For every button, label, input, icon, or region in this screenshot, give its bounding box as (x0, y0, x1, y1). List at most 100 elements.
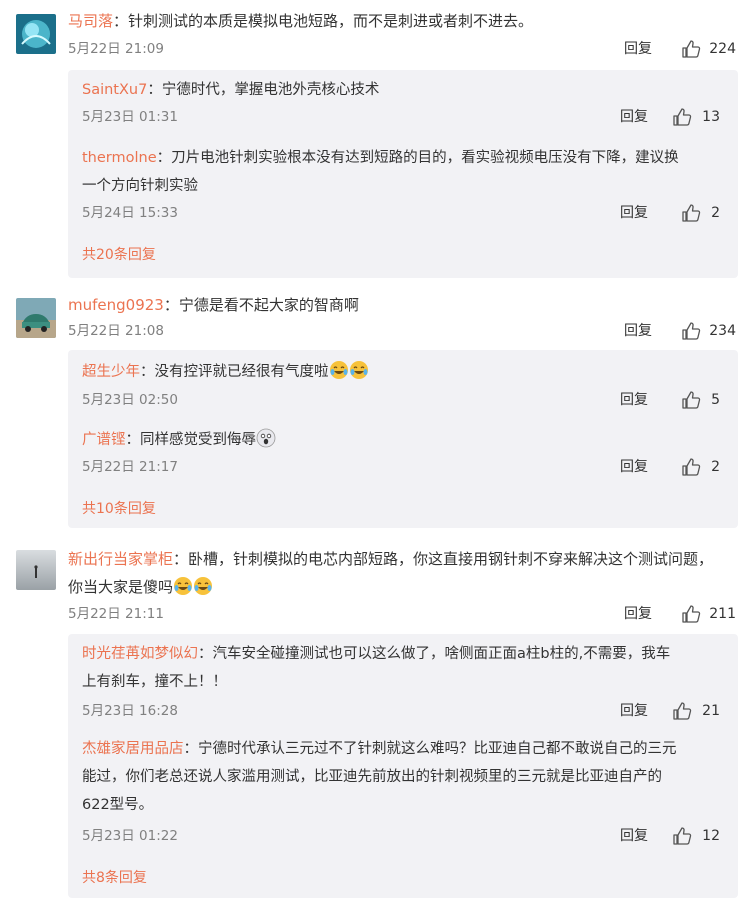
username-link[interactable]: mufeng0923 (68, 296, 164, 314)
like-count: 211 (709, 606, 736, 622)
username-link[interactable]: thermolne (82, 150, 157, 166)
username-link[interactable]: SaintXu7 (82, 82, 147, 98)
reply-button[interactable]: 回复 (620, 699, 648, 723)
thumbs-up-icon (682, 204, 701, 222)
thumbs-up-icon (673, 702, 692, 720)
thumbs-up-icon (682, 322, 701, 340)
comment-list: 马司落：针刺测试的本质是模拟电池短路，而不是刺进或者刺不进去。 5月22日 21… (0, 0, 750, 904)
reply-box: 时光荏苒如梦似幻：汽车安全碰撞测试也可以这么做了，啥侧面正面a柱b柱的,不需要，… (68, 634, 738, 898)
like-button[interactable]: 21 (672, 699, 720, 723)
username-link[interactable]: 杰雄家居用品店 (82, 741, 184, 757)
username-link[interactable]: 时光荏苒如梦似幻 (82, 646, 198, 662)
reply-meta: 5月23日 02:50 回复 5 (82, 388, 720, 412)
timestamp: 5月22日 21:11 (68, 606, 164, 622)
comment-text: 新出行当家掌柜：卧槽，针刺模拟的电芯内部短路，你这直接用钢针刺不穿来解决这个测试… (68, 550, 714, 596)
like-count: 2 (711, 205, 720, 221)
like-button[interactable]: 224 (681, 37, 736, 61)
timestamp: 5月23日 01:22 (82, 828, 178, 844)
comment-meta: 5月22日 21:09 回复 224 (68, 37, 736, 61)
timestamp: 5月22日 21:17 (82, 459, 178, 475)
reply-meta: 5月22日 21:17 回复 2 (82, 455, 720, 479)
reply-button[interactable]: 回复 (624, 37, 652, 61)
comment-content: 卧槽，针刺模拟的电芯内部短路，你这直接用钢针刺不穿来解决这个测试问题， (188, 550, 714, 568)
avatar[interactable] (16, 550, 56, 590)
like-count: 234 (709, 323, 736, 339)
reply-content: 没有控评就已经很有气度啦 (154, 364, 329, 380)
username-link[interactable]: 广谱铿 (82, 432, 126, 448)
like-button[interactable]: 2 (681, 201, 720, 225)
avatar[interactable] (16, 298, 56, 338)
reply-content: 同样感觉受到侮辱 (140, 432, 256, 448)
avatar[interactable] (16, 14, 56, 54)
laugh-cry-emoji-icon (349, 361, 368, 379)
reply-button[interactable]: 回复 (620, 105, 648, 129)
comment-content: 针刺测试的本质是模拟电池短路，而不是刺进或者刺不进去。 (128, 12, 534, 30)
thumbs-up-icon (682, 391, 701, 409)
thumbs-up-icon (682, 40, 701, 58)
reply-text: 广谱铿：同样感觉受到侮辱 (82, 426, 720, 454)
like-button[interactable]: 12 (672, 824, 720, 848)
comment-text: 马司落：针刺测试的本质是模拟电池短路，而不是刺进或者刺不进去。 (68, 12, 534, 30)
laugh-cry-emoji-icon (194, 577, 213, 595)
timestamp: 5月22日 21:09 (68, 41, 164, 57)
reply-button[interactable]: 回复 (620, 455, 648, 479)
reply-content-continued: 上有刹车，撞不上！！ (82, 674, 227, 690)
reply-content: 刀片电池针刺实验根本没有达到短路的目的，看实验视频电压没有下降，建议换 (171, 150, 679, 166)
reply-content-continued: 能过，你们老总还说人家滥用测试，比亚迪先前放出的针刺视频里的三元就是比亚迪自产的 (82, 769, 662, 785)
username-link[interactable]: 新出行当家掌柜 (68, 550, 173, 568)
like-count: 5 (711, 392, 720, 408)
timestamp: 5月23日 16:28 (82, 703, 178, 719)
reply-content: 宁德时代承认三元过不了针刺就这么难吗？比亚迪自己都不敢说自己的三元 (198, 741, 677, 757)
reply-box: SaintXu7：宁德时代，掌握电池外壳核心技术 5月23日 01:31 回复 … (68, 70, 738, 278)
reply-text: 杰雄家居用品店：宁德时代承认三元过不了针刺就这么难吗？比亚迪自己都不敢说自己的三… (82, 741, 677, 813)
laugh-cry-emoji-icon (174, 577, 193, 595)
like-button[interactable]: 5 (681, 388, 720, 412)
comment-meta: 5月22日 21:08 回复 234 (68, 319, 736, 343)
more-replies-link[interactable]: 共20条回复 (82, 243, 156, 267)
like-count: 13 (702, 109, 720, 125)
reply-text: SaintXu7：宁德时代，掌握电池外壳核心技术 (82, 82, 380, 98)
comment-content: 宁德是看不起大家的智商啊 (178, 296, 359, 314)
comment-text: mufeng0923：宁德是看不起大家的智商啊 (68, 296, 359, 314)
reply-text: 超生少年：没有控评就已经很有气度啦 (82, 358, 720, 386)
timestamp: 5月23日 01:31 (82, 109, 178, 125)
reply-button[interactable]: 回复 (624, 602, 652, 626)
reply-meta: 5月23日 01:31 回复 13 (82, 105, 720, 129)
like-button[interactable]: 211 (681, 602, 736, 626)
reply-button[interactable]: 回复 (620, 824, 648, 848)
username-link[interactable]: 超生少年 (82, 364, 140, 380)
like-button[interactable]: 234 (681, 319, 736, 343)
comment-meta: 5月22日 21:11 回复 211 (68, 602, 736, 626)
reply-box: 超生少年：没有控评就已经很有气度啦 5月23日 02:50 回复 5 广谱铿：同… (68, 350, 738, 528)
reply-button[interactable]: 回复 (624, 319, 652, 343)
comment-content-continued: 你当大家是傻吗 (68, 578, 174, 596)
shocked-emoji-icon (256, 428, 276, 448)
reply-text: 时光荏苒如梦似幻：汽车安全碰撞测试也可以这么做了，啥侧面正面a柱b柱的,不需要，… (82, 646, 671, 690)
reply-button[interactable]: 回复 (620, 201, 648, 225)
timestamp: 5月22日 21:08 (68, 323, 164, 339)
reply-meta: 5月23日 16:28 回复 21 (82, 699, 720, 723)
like-button[interactable]: 13 (672, 105, 720, 129)
like-count: 21 (702, 703, 720, 719)
thumbs-up-icon (682, 605, 701, 623)
reply-button[interactable]: 回复 (620, 388, 648, 412)
laugh-cry-emoji-icon (329, 361, 348, 379)
thumbs-up-icon (673, 108, 692, 126)
reply-meta: 5月24日 15:33 回复 2 (82, 201, 720, 225)
reply-content: 宁德时代，掌握电池外壳核心技术 (161, 82, 380, 98)
username-link[interactable]: 马司落 (68, 12, 113, 30)
reply-content-continued: 一个方向针刺实验 (82, 178, 198, 194)
reply-meta: 5月23日 01:22 回复 12 (82, 824, 720, 848)
timestamp: 5月24日 15:33 (82, 205, 178, 221)
like-count: 12 (702, 828, 720, 844)
like-count: 2 (711, 459, 720, 475)
reply-content-continued: 622型号。 (82, 797, 154, 813)
reply-content: 汽车安全碰撞测试也可以这么做了，啥侧面正面a柱b柱的,不需要，我车 (212, 646, 671, 662)
like-button[interactable]: 2 (681, 455, 720, 479)
thumbs-up-icon (682, 458, 701, 476)
like-count: 224 (709, 41, 736, 57)
thumbs-up-icon (673, 827, 692, 845)
more-replies-link[interactable]: 共8条回复 (82, 866, 147, 890)
more-replies-link[interactable]: 共10条回复 (82, 497, 156, 521)
timestamp: 5月23日 02:50 (82, 392, 178, 408)
